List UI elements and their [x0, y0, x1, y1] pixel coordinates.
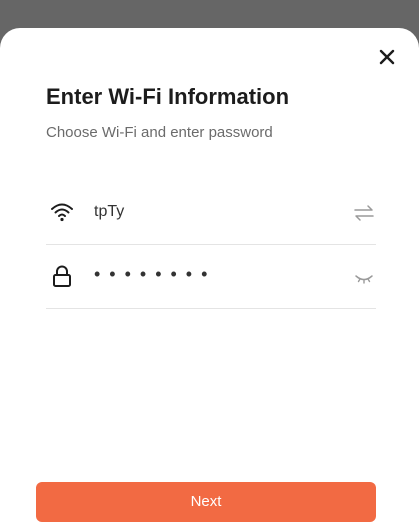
wifi-password-value: ••••••••	[94, 264, 217, 284]
wifi-ssid-value: tpTy	[94, 203, 125, 220]
wifi-info-sheet: Enter Wi-Fi Information Choose Wi-Fi and…	[0, 28, 419, 528]
next-button[interactable]: Next	[36, 482, 376, 522]
eye-closed-icon[interactable]	[352, 266, 376, 288]
close-button[interactable]	[372, 42, 402, 72]
wifi-icon	[51, 203, 73, 222]
lock-icon	[53, 265, 71, 287]
swap-arrows-icon[interactable]	[352, 202, 376, 224]
wifi-ssid-field[interactable]: tpTy	[46, 190, 376, 245]
dialog-title: Enter Wi-Fi Information	[46, 84, 290, 109]
dialog-subtitle: Choose Wi-Fi and enter password	[46, 124, 273, 141]
close-icon	[379, 49, 395, 65]
wifi-password-field[interactable]: ••••••••	[46, 254, 376, 309]
